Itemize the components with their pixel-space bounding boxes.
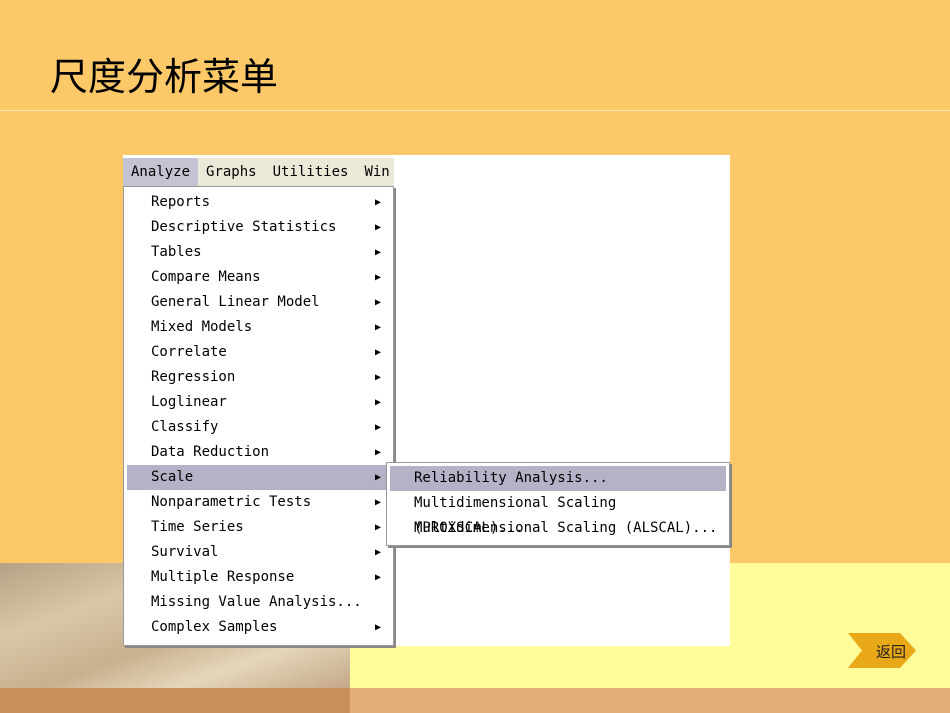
menu-item-nonparametric-tests[interactable]: Nonparametric Tests ▶	[127, 490, 389, 515]
menu-item-data-reduction[interactable]: Data Reduction ▶	[127, 440, 389, 465]
menu-item-loglinear[interactable]: Loglinear ▶	[127, 390, 389, 415]
title-divider	[0, 110, 950, 111]
menu-item-correlate[interactable]: Correlate ▶	[127, 340, 389, 365]
submenu-arrow-icon: ▶	[374, 397, 381, 408]
submenu-arrow-icon: ▶	[374, 497, 381, 508]
menu-analyze[interactable]: Analyze	[123, 158, 199, 186]
submenu-arrow-icon: ▶	[374, 447, 381, 458]
menu-utilities[interactable]: Utilities	[265, 158, 357, 186]
menu-item-complex-samples[interactable]: Complex Samples ▶	[127, 615, 389, 640]
submenu-arrow-icon: ▶	[374, 322, 381, 333]
menu-item-compare-means[interactable]: Compare Means ▶	[127, 265, 389, 290]
submenu-arrow-icon: ▶	[374, 547, 381, 558]
menu-item-mixed-models[interactable]: Mixed Models ▶	[127, 315, 389, 340]
submenu-arrow-icon: ▶	[374, 472, 381, 483]
menu-item-label: Correlate	[151, 344, 227, 360]
menu-item-descriptive-statistics[interactable]: Descriptive Statistics ▶	[127, 215, 389, 240]
menu-item-time-series[interactable]: Time Series ▶	[127, 515, 389, 540]
slide-title: 尺度分析菜单	[50, 55, 279, 99]
menu-item-tables[interactable]: Tables ▶	[127, 240, 389, 265]
menu-graphs[interactable]: Graphs	[198, 158, 265, 186]
menu-item-missing-value-analysis[interactable]: Missing Value Analysis...	[127, 590, 389, 615]
menu-item-label: Time Series	[151, 519, 244, 535]
menu-item-label: Reports	[151, 194, 211, 210]
menu-item-label: Multiple Response	[151, 569, 295, 585]
menu-item-label: Survival	[151, 544, 219, 560]
submenu-item-1[interactable]: Multidimensional Scaling (PROXSCAL)...	[390, 491, 726, 536]
submenu-arrow-icon: ▶	[374, 522, 381, 533]
scale-submenu: Reliability Analysis... Multidimensional …	[386, 462, 730, 546]
submenu-item-0[interactable]: Reliability Analysis...	[390, 466, 726, 491]
menu-item-label: Loglinear	[151, 394, 227, 410]
menu-item-label: Descriptive Statistics	[151, 219, 337, 235]
menu-item-label: Missing Value Analysis...	[151, 594, 362, 610]
menu-item-label: Regression	[151, 369, 236, 385]
submenu-arrow-icon: ▶	[374, 272, 381, 283]
submenu-arrow-icon: ▶	[374, 572, 381, 583]
menu-item-label: Mixed Models	[151, 319, 253, 335]
menu-item-label: Scale	[151, 469, 194, 485]
menu-window[interactable]: Win	[356, 158, 397, 186]
menu-item-regression[interactable]: Regression ▶	[127, 365, 389, 390]
footer-strip-left	[0, 688, 350, 713]
submenu-arrow-icon: ▶	[374, 297, 381, 308]
back-button[interactable]: 返回	[848, 633, 916, 668]
submenu-arrow-icon: ▶	[374, 422, 381, 433]
menu-item-multiple-response[interactable]: Multiple Response ▶	[127, 565, 389, 590]
menu-bar: Analyze Graphs Utilities Win	[123, 158, 394, 186]
menu-item-label: Compare Means	[151, 269, 261, 285]
menu-item-scale[interactable]: Scale ▶	[127, 465, 389, 490]
menu-item-label: General Linear Model	[151, 294, 320, 310]
submenu-item-2[interactable]: Multidimensional Scaling (ALSCAL)...	[390, 516, 726, 541]
submenu-arrow-icon: ▶	[374, 347, 381, 358]
back-label: 返回	[876, 643, 907, 661]
menu-item-label: Tables	[151, 244, 202, 260]
menu-item-classify[interactable]: Classify ▶	[127, 415, 389, 440]
menu-item-label: Nonparametric Tests	[151, 494, 312, 510]
submenu-arrow-icon: ▶	[374, 622, 381, 633]
menu-item-label: Classify	[151, 419, 219, 435]
menu-item-general-linear-model[interactable]: General Linear Model ▶	[127, 290, 389, 315]
submenu-arrow-icon: ▶	[374, 222, 381, 233]
submenu-arrow-icon: ▶	[374, 372, 381, 383]
menu-item-label: Complex Samples	[151, 619, 278, 635]
menu-item-reports[interactable]: Reports ▶	[127, 190, 389, 215]
submenu-arrow-icon: ▶	[374, 247, 381, 258]
menu-item-survival[interactable]: Survival ▶	[127, 540, 389, 565]
submenu-arrow-icon: ▶	[374, 197, 381, 208]
menu-item-label: Data Reduction	[151, 444, 270, 460]
analyze-dropdown: Reports ▶ Descriptive Statistics ▶ Tables ▶ Co…	[123, 186, 394, 646]
